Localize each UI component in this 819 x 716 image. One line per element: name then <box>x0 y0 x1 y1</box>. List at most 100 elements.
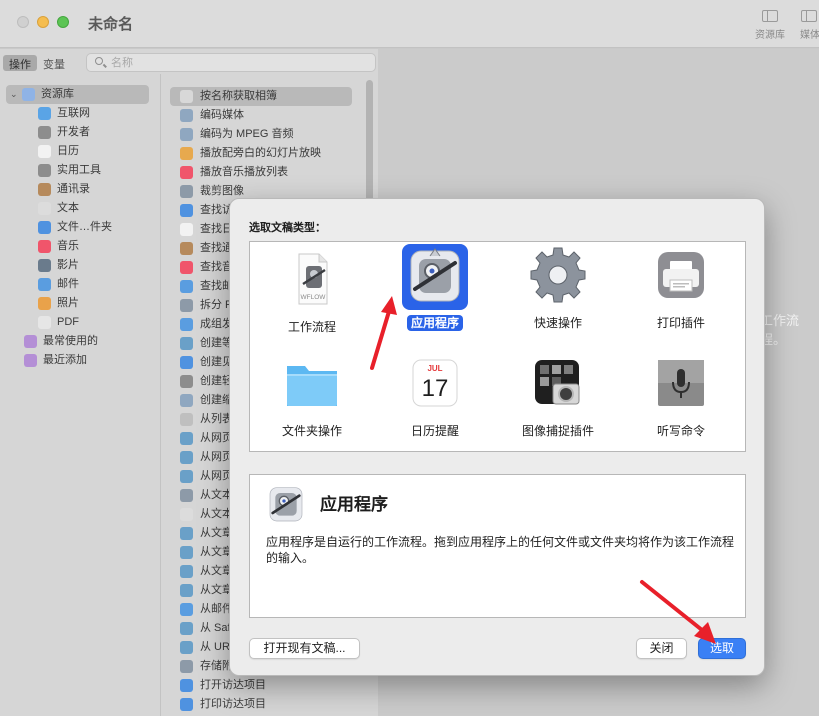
zoom-window-button[interactable] <box>57 16 69 28</box>
type-calendar-alarm-label: 日历提醒 <box>410 424 459 438</box>
library-tree-item[interactable]: 通讯录 <box>0 180 160 199</box>
action-icon <box>180 242 193 255</box>
type-image-capture-plugin[interactable]: 图像捕捉插件 <box>498 352 618 452</box>
library-segmented-control: 操作 变量 <box>3 55 71 71</box>
search-input[interactable] <box>111 55 361 70</box>
library-tree-item[interactable]: 最常使用的 <box>0 332 160 351</box>
library-tree-item[interactable]: 最近添加 <box>0 351 160 370</box>
panel-divider[interactable] <box>160 74 161 716</box>
action-icon <box>180 584 193 597</box>
smart-folder-icon <box>24 335 37 348</box>
wflow-text: WFLOW <box>301 294 327 301</box>
library-tree-item[interactable]: 邮件 <box>0 275 160 294</box>
action-list-item[interactable]: 按名称获取相簿 <box>170 87 352 106</box>
action-label: 播放音乐播放列表 <box>200 166 288 178</box>
library-tree-label: 开发者 <box>57 126 90 138</box>
action-icon <box>180 299 193 312</box>
segment-variables[interactable]: 变量 <box>37 55 71 71</box>
action-label: 编码媒体 <box>200 109 244 121</box>
action-icon <box>180 223 193 236</box>
automator-robot-icon <box>402 244 468 310</box>
movie-icon <box>38 259 51 272</box>
action-icon <box>180 489 193 502</box>
action-icon <box>180 337 193 350</box>
action-icon <box>180 622 193 635</box>
library-tree-label: 实用工具 <box>57 164 101 176</box>
workflow-document-icon: WFLOW <box>279 248 345 314</box>
action-list-scrollbar[interactable] <box>366 80 373 210</box>
type-workflow[interactable]: WFLOW 工作流程 <box>252 248 372 348</box>
library-tree-label: 文件…件夹 <box>57 221 112 233</box>
action-list-item[interactable]: 播放配旁白的幻灯片放映 <box>170 144 370 163</box>
action-list-item[interactable]: 编码媒体 <box>170 106 370 125</box>
library-tree-label: 日历 <box>57 145 79 157</box>
action-label: 从 Saf <box>200 622 231 634</box>
photos-icon <box>38 297 51 310</box>
action-list-item[interactable]: 编码为 MPEG 音频 <box>170 125 370 144</box>
library-tree-label: 最近添加 <box>43 354 87 366</box>
chevron-down-icon[interactable]: ⌄ <box>10 85 18 104</box>
action-list-item[interactable]: 打印访达项目 <box>170 695 370 714</box>
library-search[interactable] <box>86 53 376 72</box>
library-tree-label: 文本 <box>57 202 79 214</box>
description-title: 应用程序 <box>320 495 388 514</box>
type-folder-action[interactable]: 文件夹操作 <box>252 352 372 452</box>
printer-icon <box>648 244 714 310</box>
library-tree-label: 最常使用的 <box>43 335 98 347</box>
close-button[interactable]: 关闭 <box>636 638 687 659</box>
type-application-label-text: 应用程序 <box>406 315 463 331</box>
toolbar-media-button[interactable]: 媒体 <box>793 10 819 41</box>
action-list-item[interactable]: 打开访达项目 <box>170 676 370 695</box>
library-tree-item[interactable]: 互联网 <box>0 104 160 123</box>
close-window-button[interactable] <box>17 16 29 28</box>
action-icon <box>180 451 193 464</box>
type-dictation-command[interactable]: 听写命令 <box>621 352 741 452</box>
library-tree-label: 通讯录 <box>57 183 90 195</box>
action-list-item[interactable]: 播放音乐播放列表 <box>170 163 370 182</box>
action-icon <box>180 546 193 559</box>
library-tree-item[interactable]: 开发者 <box>0 123 160 142</box>
library-tree-item[interactable]: 日历 <box>0 142 160 161</box>
toolbar-library-label: 资源库 <box>755 30 785 41</box>
type-folder-action-label: 文件夹操作 <box>281 424 342 438</box>
library-tree-item[interactable]: 影片 <box>0 256 160 275</box>
type-application-label: 应用程序 <box>375 314 495 331</box>
open-existing-button[interactable]: 打开现有文稿... <box>249 638 360 659</box>
automator-robot-icon <box>264 483 308 527</box>
library-tree-label: 邮件 <box>57 278 79 290</box>
tools-icon <box>38 164 51 177</box>
toolbar-media-label: 媒体 <box>800 30 819 41</box>
type-image-capture-label: 图像捕捉插件 <box>521 424 594 438</box>
segment-actions[interactable]: 操作 <box>3 55 37 71</box>
library-tree-item[interactable]: ⌄ 资源库 <box>6 85 149 104</box>
action-icon <box>180 698 193 711</box>
library-tree-item[interactable]: 实用工具 <box>0 161 160 180</box>
action-label: 播放配旁白的幻灯片放映 <box>200 147 321 159</box>
choose-button[interactable]: 选取 <box>698 638 746 659</box>
action-icon <box>180 394 193 407</box>
smart-folder-icon <box>24 354 37 367</box>
type-print-plugin[interactable]: 打印插件 <box>621 244 741 344</box>
calendar-day: 17 <box>422 375 449 402</box>
type-dictation-label: 听写命令 <box>656 424 705 438</box>
library-tree-item[interactable]: 文本 <box>0 199 160 218</box>
action-label: 打印访达项目 <box>200 698 266 710</box>
action-icon <box>180 679 193 692</box>
type-quick-action[interactable]: 快速操作 <box>498 244 618 344</box>
library-tree-item[interactable]: 音乐 <box>0 237 160 256</box>
minimize-window-button[interactable] <box>37 16 49 28</box>
library-tree-item[interactable]: 文件…件夹 <box>0 218 160 237</box>
contacts-icon <box>38 183 51 196</box>
library-tree-item[interactable]: PDF <box>0 313 160 332</box>
library-tree: ⌄ 资源库 互联网开发者日历实用工具通讯录文本文件…件夹音乐影片邮件照片 PDF 最常使… <box>0 85 160 370</box>
image-capture-icon <box>525 352 591 418</box>
search-icon <box>95 57 103 65</box>
library-tree-label: 音乐 <box>57 240 79 252</box>
toolbar-library-button[interactable]: 资源库 <box>750 10 790 41</box>
tools-icon <box>38 126 51 139</box>
globe-icon <box>38 107 51 120</box>
type-application[interactable]: 应用程序 <box>375 244 495 344</box>
library-tree-item[interactable]: 照片 <box>0 294 160 313</box>
library-tree-label: PDF <box>57 316 79 328</box>
type-calendar-alarm[interactable]: JUL 17 日历提醒 <box>375 352 495 452</box>
